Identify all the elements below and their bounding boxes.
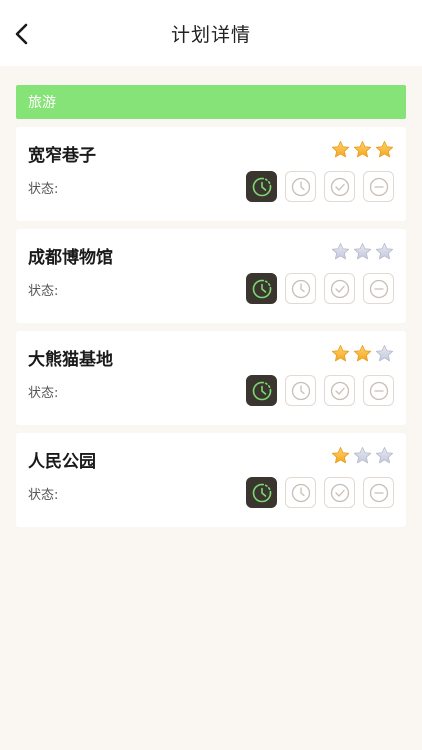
status-button-group [246,477,394,508]
star-rating[interactable] [331,344,394,363]
status-cancel-button[interactable] [363,171,394,202]
plan-item-card: 宽窄巷子 状态: [16,127,406,221]
status-done-button[interactable] [324,273,355,304]
plan-item-name: 宽窄巷子 [28,146,96,166]
page-title: 计划详情 [170,23,251,46]
star-filled-icon[interactable] [353,140,372,159]
star-filled-icon[interactable] [331,446,350,465]
in-progress-icon [252,279,271,298]
star-rating[interactable] [331,140,394,159]
status-pending-button[interactable] [285,273,316,304]
star-empty-icon[interactable] [375,446,394,465]
status-button-group [246,171,394,202]
pending-clock-icon [291,177,310,196]
done-check-icon [330,483,349,502]
status-pending-button[interactable] [285,477,316,508]
in-progress-icon [252,177,271,196]
status-cancel-button[interactable] [363,273,394,304]
status-label: 状态: [28,284,59,299]
status-pending-button[interactable] [285,375,316,406]
star-empty-icon[interactable] [353,446,372,465]
done-check-icon [330,279,349,298]
plan-item-card: 大熊猫基地 状态: [16,331,406,425]
status-in-progress-button[interactable] [246,375,277,406]
pending-clock-icon [291,483,310,502]
status-label: 状态: [28,182,59,197]
plan-item-card: 人民公园 状态: [16,433,406,527]
pending-clock-icon [291,279,310,298]
star-empty-icon[interactable] [353,242,372,261]
back-button[interactable] [10,22,34,46]
plan-item-card: 成都博物馆 状态: [16,229,406,323]
cancel-minus-icon [369,177,388,196]
status-button-group [246,273,394,304]
status-label: 状态: [28,386,59,401]
star-filled-icon[interactable] [331,140,350,159]
nav-bar: 计划详情 [0,0,422,66]
star-filled-icon[interactable] [353,344,372,363]
plan-item-name: 大熊猫基地 [28,350,113,370]
status-done-button[interactable] [324,477,355,508]
status-button-group [246,375,394,406]
plan-item-name: 成都博物馆 [28,248,113,268]
star-empty-icon[interactable] [375,344,394,363]
status-pending-button[interactable] [285,171,316,202]
chevron-left-icon [15,23,28,45]
cancel-minus-icon [369,279,388,298]
star-empty-icon[interactable] [331,242,350,261]
category-header: 旅游 [16,85,406,119]
in-progress-icon [252,483,271,502]
status-in-progress-button[interactable] [246,171,277,202]
star-filled-icon[interactable] [331,344,350,363]
star-filled-icon[interactable] [375,140,394,159]
pending-clock-icon [291,381,310,400]
status-cancel-button[interactable] [363,375,394,406]
cancel-minus-icon [369,381,388,400]
status-cancel-button[interactable] [363,477,394,508]
in-progress-icon [252,381,271,400]
done-check-icon [330,177,349,196]
status-label: 状态: [28,488,59,503]
status-done-button[interactable] [324,375,355,406]
status-done-button[interactable] [324,171,355,202]
star-rating[interactable] [331,446,394,465]
star-empty-icon[interactable] [375,242,394,261]
cancel-minus-icon [369,483,388,502]
status-in-progress-button[interactable] [246,273,277,304]
status-in-progress-button[interactable] [246,477,277,508]
star-rating[interactable] [331,242,394,261]
plan-item-name: 人民公园 [28,452,96,472]
done-check-icon [330,381,349,400]
